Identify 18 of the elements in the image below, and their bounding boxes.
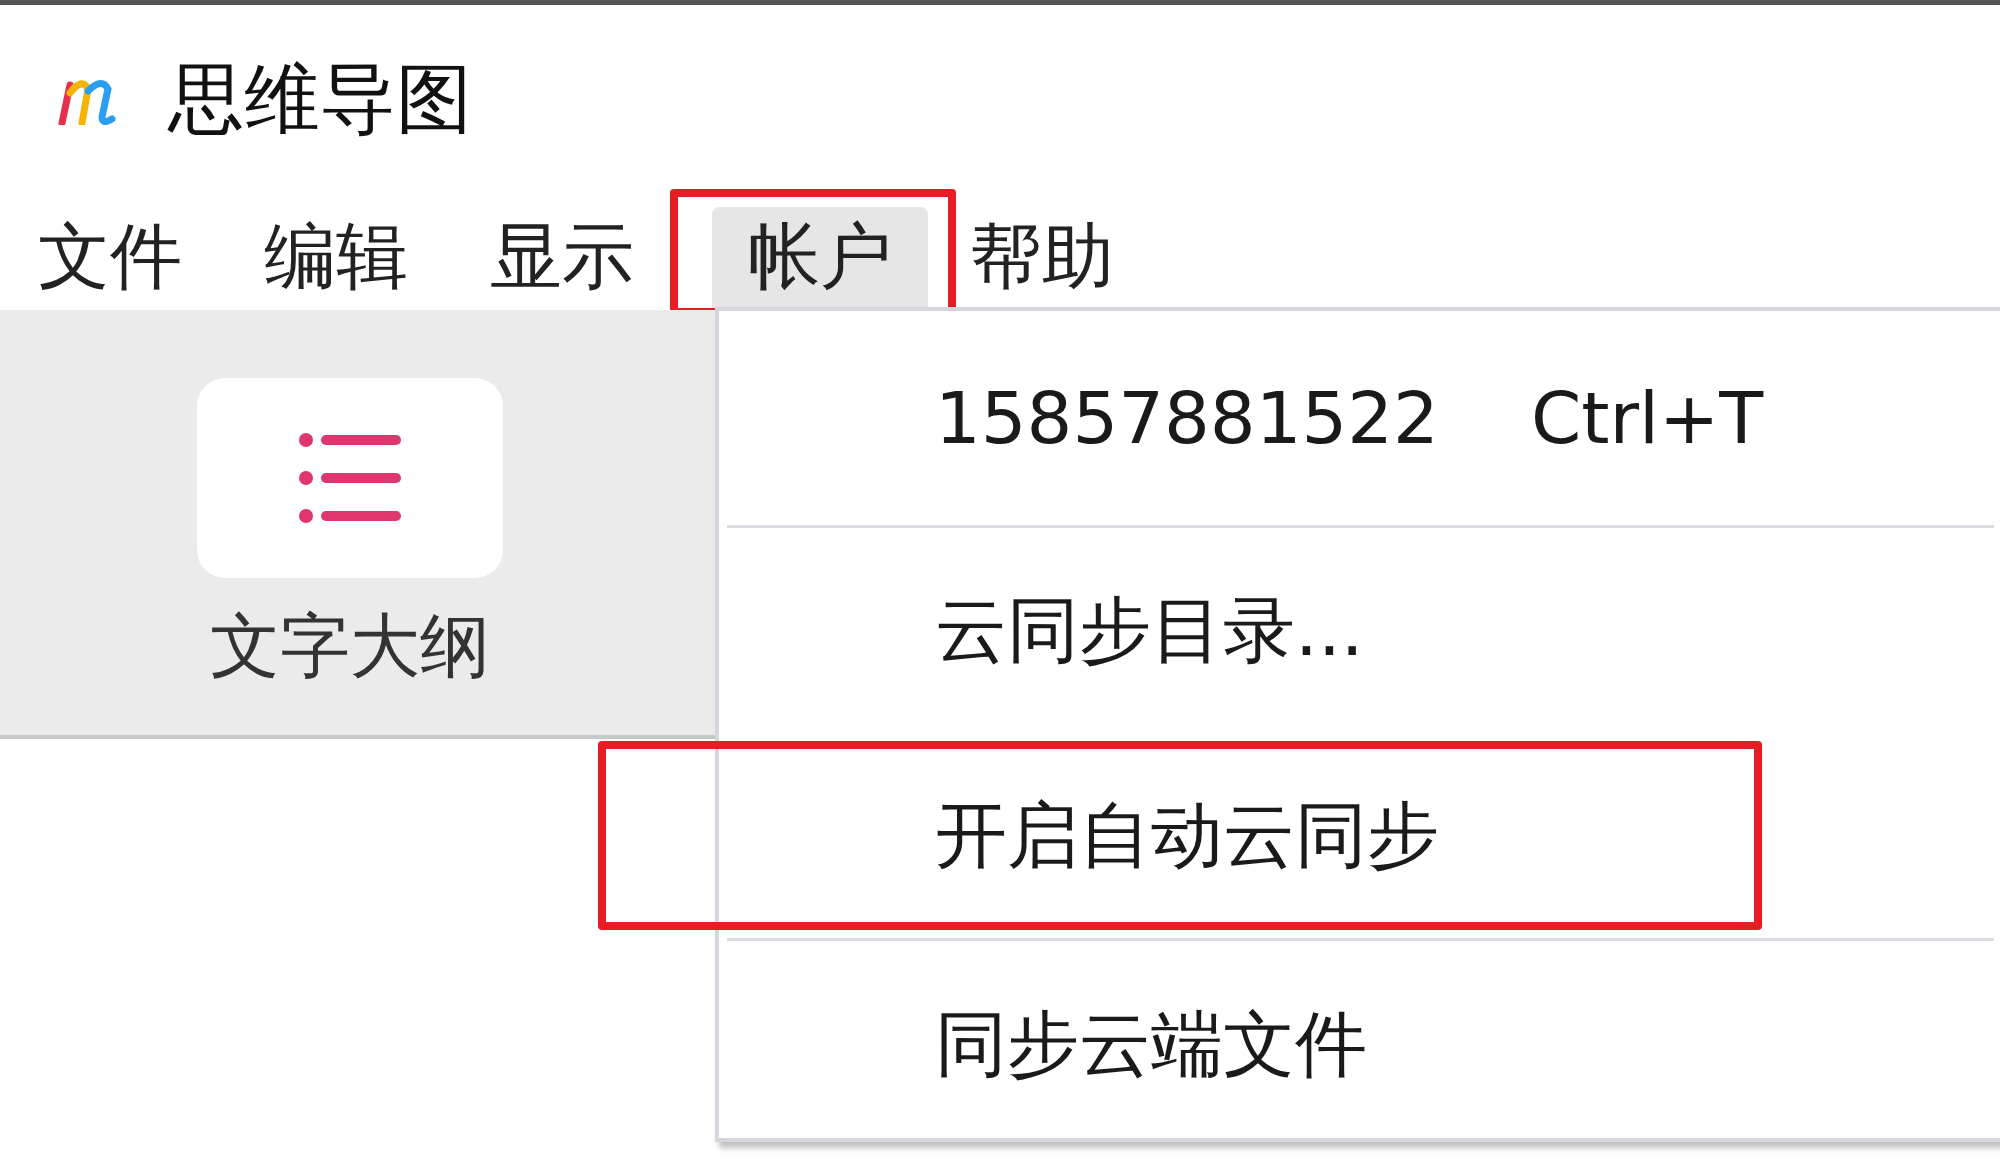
entry-label: 云同步目录... bbox=[935, 586, 1364, 674]
menu-item[interactable]: 编辑 bbox=[264, 206, 448, 310]
menu-entry[interactable]: 云同步目录... bbox=[719, 528, 2000, 733]
list-icon bbox=[298, 432, 402, 524]
menu-item[interactable]: 帐户 bbox=[712, 206, 928, 310]
menu-item[interactable]: 帮助 bbox=[970, 206, 1154, 310]
menu-entry[interactable]: 15857881522 Ctrl+T bbox=[719, 311, 2000, 525]
menu-item[interactable]: 文件 bbox=[38, 206, 222, 310]
entry-label: 同步云端文件 bbox=[935, 1000, 1367, 1088]
entry-label: 15857881522 bbox=[935, 376, 1439, 460]
outline-card[interactable] bbox=[197, 378, 503, 578]
menu-entry[interactable]: 开启自动云同步 bbox=[719, 733, 2000, 938]
menu-item[interactable]: 显示 bbox=[490, 206, 674, 310]
entry-label: 开启自动云同步 bbox=[935, 791, 1439, 879]
app-title: 思维导图 bbox=[168, 52, 472, 145]
menu-entry[interactable]: 同步云端文件 bbox=[719, 941, 2000, 1148]
tile-label: 文字大纲 bbox=[210, 604, 490, 689]
shortcut-label: Ctrl+T bbox=[1530, 376, 1764, 460]
